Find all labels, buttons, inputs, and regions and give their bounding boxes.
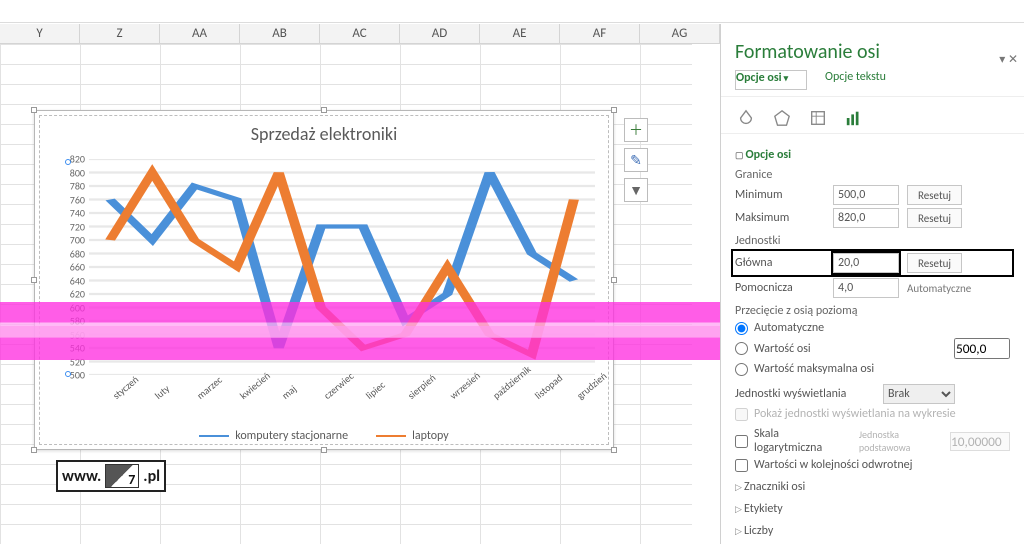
check-show-units: Pokaż jednostki wyświetlania na wykresie: [735, 407, 1010, 421]
y-tick: 720: [70, 220, 85, 233]
tab-axis-options[interactable]: Opcje osi: [735, 70, 807, 90]
radio-cross-max[interactable]: Wartość maksymalna osi: [735, 362, 1010, 376]
y-tick: 580: [70, 315, 85, 328]
y-axis[interactable]: 5005205405605806006206406606807007207407…: [49, 159, 89, 375]
input-minor-unit[interactable]: [833, 278, 899, 298]
axis-options-icon[interactable]: [843, 107, 865, 129]
label-maximum: Maksimum: [735, 211, 825, 225]
y-tick: 740: [70, 207, 85, 220]
y-tick: 660: [70, 261, 85, 274]
legend-item[interactable]: komputery stacjonarne: [199, 429, 348, 443]
column-header[interactable]: AF: [560, 24, 640, 43]
tab-text-options[interactable]: Opcje tekstu: [825, 70, 886, 90]
chart-filter-button[interactable]: ▼: [624, 178, 648, 202]
section-tickmarks[interactable]: Znaczniki osi: [735, 480, 1010, 494]
check-log-scale[interactable]: Skala logarytmiczna Jednostka podstawowa: [735, 427, 1010, 455]
pane-category-icons: [721, 97, 1024, 134]
effects-icon[interactable]: [771, 107, 793, 129]
y-tick: 600: [70, 301, 85, 314]
reset-minimum-button[interactable]: Resetuj: [907, 185, 962, 205]
plot-area[interactable]: [89, 159, 595, 375]
format-axis-pane: ▾ ✕ Formatowanie osi Opcje osi Opcje tek…: [720, 24, 1024, 544]
y-tick: 780: [70, 180, 85, 193]
label-minimum: Minimum: [735, 188, 825, 202]
y-tick: 800: [70, 166, 85, 179]
watermark: www. .pl: [56, 460, 166, 492]
column-header[interactable]: Y: [0, 24, 80, 43]
y-tick: 500: [70, 369, 85, 382]
x-tick: marzec: [194, 373, 225, 402]
minor-auto-label: Automatyczne: [907, 282, 971, 295]
column-header[interactable]: AD: [400, 24, 480, 43]
input-major-unit[interactable]: [833, 253, 899, 273]
x-tick: grudzień: [574, 369, 609, 402]
section-axis-options[interactable]: Opcje osi: [735, 148, 1010, 162]
chart-title[interactable]: Sprzedaż elektroniki: [35, 111, 613, 149]
x-tick: listopad: [532, 371, 565, 402]
reset-major-button[interactable]: Resetuj: [907, 253, 962, 273]
column-header[interactable]: AG: [640, 24, 720, 43]
section-labels[interactable]: Etykiety: [735, 502, 1010, 516]
x-tick: styczeń: [110, 373, 141, 402]
y-tick: 520: [70, 355, 85, 368]
x-axis[interactable]: styczeńlutymarzeckwiecieńmajczerwieclipi…: [89, 375, 595, 405]
size-icon[interactable]: [807, 107, 829, 129]
y-tick: 700: [70, 234, 85, 247]
section-numbers[interactable]: Liczby: [735, 524, 1010, 538]
pane-close-icon[interactable]: ▾ ✕: [999, 52, 1018, 67]
chart-add-button[interactable]: ＋: [624, 118, 648, 142]
label-display-units: Jednostki wyświetlania: [735, 387, 875, 401]
subhead-bounds: Granice: [735, 168, 1010, 182]
chart-container[interactable]: Sprzedaż elektroniki 5005205405605806006…: [34, 110, 614, 450]
legend-item[interactable]: laptopy: [376, 429, 449, 443]
input-maximum[interactable]: [833, 208, 899, 228]
column-header[interactable]: AA: [160, 24, 240, 43]
y-tick: 540: [70, 342, 85, 355]
check-reverse-order[interactable]: Wartości w kolejności odwrotnej: [735, 458, 1010, 472]
y-tick: 680: [70, 247, 85, 260]
legend[interactable]: komputery stacjonarne laptopy: [35, 429, 613, 443]
x-tick: maj: [279, 382, 299, 402]
reset-maximum-button[interactable]: Resetuj: [907, 208, 962, 228]
chart-style-button[interactable]: ✎: [624, 148, 648, 172]
logo-icon: [105, 464, 139, 488]
x-tick: luty: [152, 382, 172, 402]
input-log-base: [950, 432, 1010, 451]
column-header[interactable]: Z: [80, 24, 160, 43]
x-tick: czerwiec: [321, 369, 356, 402]
chart-element-tools: ＋ ✎ ▼: [624, 118, 648, 202]
y-tick: 560: [70, 328, 85, 341]
pane-title: Formatowanie osi: [735, 40, 1010, 64]
subhead-units: Jednostki: [735, 234, 1010, 248]
y-tick: 760: [70, 193, 85, 206]
x-tick: lipiec: [363, 378, 388, 402]
input-minimum[interactable]: [833, 185, 899, 205]
column-header[interactable]: AE: [480, 24, 560, 43]
y-tick: 640: [70, 274, 85, 287]
select-display-units[interactable]: Brak: [883, 384, 955, 404]
subhead-cross: Przecięcie z osią poziomą: [735, 304, 1010, 318]
y-tick: 620: [70, 288, 85, 301]
label-major-unit: Główna: [735, 256, 825, 270]
y-tick: 820: [70, 153, 85, 166]
input-cross-value[interactable]: [954, 338, 1010, 359]
fill-icon[interactable]: [735, 107, 757, 129]
column-header[interactable]: AC: [320, 24, 400, 43]
radio-cross-auto[interactable]: Automatyczne: [735, 321, 1010, 335]
label-minor-unit: Pomocnicza: [735, 281, 825, 295]
column-header[interactable]: AB: [240, 24, 320, 43]
x-tick: sierpień: [405, 371, 438, 402]
radio-cross-value[interactable]: Wartość osi: [735, 338, 1010, 359]
